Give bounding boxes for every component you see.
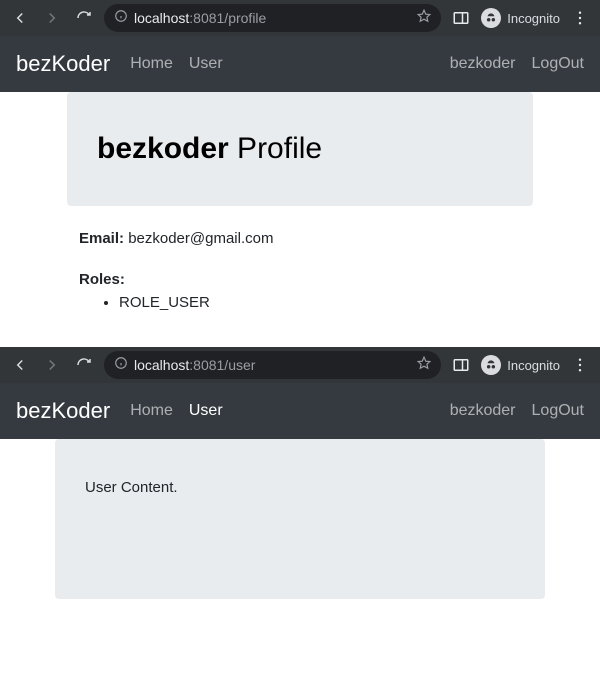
app-navbar: bezKoder Home User bezkoder LogOut [0, 36, 600, 92]
profile-content: bezkoder Profile Email: bezkoder@gmail.c… [0, 92, 600, 335]
browser-toolbar: localhost:8081/user Incognito [0, 347, 600, 383]
roles-list: ROLE_USER [79, 294, 576, 311]
role-item: ROLE_USER [119, 294, 576, 311]
address-bar[interactable]: localhost:8081/profile [104, 4, 441, 32]
nav-link-username[interactable]: bezkoder [450, 55, 516, 73]
user-content: User Content. [0, 439, 600, 611]
forward-button[interactable] [40, 6, 64, 30]
panel-icon[interactable] [449, 6, 473, 30]
nav-link-home[interactable]: Home [130, 402, 173, 420]
incognito-badge: Incognito [481, 355, 560, 375]
forward-button[interactable] [40, 353, 64, 377]
brand-logo[interactable]: bezKoder [16, 398, 110, 424]
reload-button[interactable] [72, 6, 96, 30]
incognito-badge: Incognito [481, 8, 560, 28]
incognito-icon [481, 8, 501, 28]
nav-link-username[interactable]: bezkoder [450, 402, 516, 420]
nav-links-left: Home User [130, 402, 450, 420]
brand-logo[interactable]: bezKoder [16, 51, 110, 77]
bookmark-star-icon[interactable] [417, 356, 431, 375]
url-text: localhost:8081/user [134, 357, 411, 373]
incognito-icon [481, 355, 501, 375]
profile-roles-row: Roles: ROLE_USER [12, 259, 588, 323]
app-navbar: bezKoder Home User bezkoder LogOut [0, 383, 600, 439]
site-info-icon[interactable] [114, 356, 128, 375]
profile-email-value: bezkoder@gmail.com [128, 230, 273, 247]
site-info-icon[interactable] [114, 9, 128, 28]
nav-link-home[interactable]: Home [130, 55, 173, 73]
address-bar[interactable]: localhost:8081/user [104, 351, 441, 379]
nav-links-right: bezkoder LogOut [450, 55, 584, 73]
browser-menu-button[interactable] [568, 353, 592, 377]
user-content-text: User Content. [85, 479, 515, 496]
nav-link-user[interactable]: User [189, 402, 223, 420]
nav-link-logout[interactable]: LogOut [532, 55, 584, 73]
nav-links-left: Home User [130, 55, 450, 73]
back-button[interactable] [8, 353, 32, 377]
nav-link-logout[interactable]: LogOut [532, 402, 584, 420]
browser-toolbar: localhost:8081/profile Incognito [0, 0, 600, 36]
nav-link-user[interactable]: User [189, 55, 223, 73]
user-content-card: User Content. [55, 439, 545, 599]
browser-menu-button[interactable] [568, 6, 592, 30]
nav-links-right: bezkoder LogOut [450, 402, 584, 420]
profile-email-row: Email: bezkoder@gmail.com [12, 230, 588, 259]
panel-icon[interactable] [449, 353, 473, 377]
bookmark-star-icon[interactable] [417, 9, 431, 28]
back-button[interactable] [8, 6, 32, 30]
browser-window-bottom: localhost:8081/user Incognito bezKoder H… [0, 347, 600, 611]
profile-header-card: bezkoder Profile [67, 92, 533, 206]
browser-window-top: localhost:8081/profile Incognito bezKode… [0, 0, 600, 335]
url-text: localhost:8081/profile [134, 10, 411, 26]
profile-title: bezkoder Profile [97, 132, 503, 166]
reload-button[interactable] [72, 353, 96, 377]
